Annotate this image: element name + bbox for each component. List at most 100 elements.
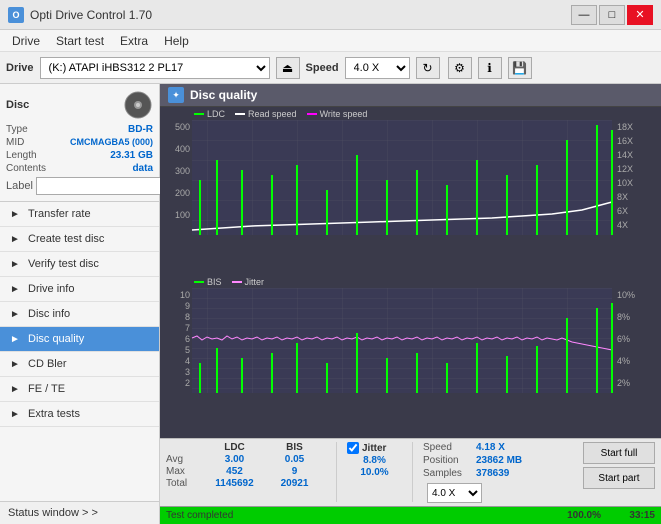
svg-text:8: 8 bbox=[185, 312, 190, 322]
sidebar-item-create-test-disc[interactable]: ► Create test disc bbox=[0, 227, 159, 252]
svg-text:5: 5 bbox=[185, 345, 190, 355]
sidebar-item-cd-bler[interactable]: ► CD Bler bbox=[0, 352, 159, 377]
legend-read-speed-label: Read speed bbox=[248, 109, 297, 119]
speed-stat-label: Speed bbox=[423, 442, 473, 453]
status-window-label: Status window > > bbox=[8, 507, 98, 519]
jitter-avg-value: 8.8% bbox=[347, 455, 402, 466]
sidebar-item-fe-te-label: FE / TE bbox=[28, 383, 65, 395]
sidebar-item-extra-tests[interactable]: ► Extra tests bbox=[0, 402, 159, 427]
settings-button[interactable]: ⚙ bbox=[448, 57, 472, 79]
sidebar-item-disc-quality[interactable]: ► Disc quality bbox=[0, 327, 159, 352]
drive-select[interactable]: (K:) ATAPI iHBS312 2 PL17 bbox=[40, 57, 270, 79]
disc-quality-header-icon: ✦ bbox=[168, 87, 184, 103]
extra-tests-icon: ► bbox=[8, 407, 22, 421]
bottom-chart-area: BIS Jitter bbox=[160, 277, 661, 437]
sidebar: Disc Type BD-R MID CMCMAGBA5 (000) Lengt… bbox=[0, 84, 160, 524]
minimize-button[interactable]: — bbox=[571, 5, 597, 25]
speed-select-stats[interactable]: 4.0 X bbox=[427, 483, 482, 503]
main-area: Disc Type BD-R MID CMCMAGBA5 (000) Lengt… bbox=[0, 84, 661, 524]
position-stat-value: 23862 MB bbox=[476, 455, 522, 466]
svg-text:18X: 18X bbox=[617, 122, 633, 132]
ldc-avg-value: 3.00 bbox=[202, 454, 267, 465]
legend-bis: BIS bbox=[194, 277, 222, 287]
disc-section-label: Disc bbox=[6, 99, 29, 111]
sidebar-item-transfer-rate-label: Transfer rate bbox=[28, 208, 91, 220]
svg-text:8X: 8X bbox=[617, 192, 628, 202]
speed-select[interactable]: 4.0 X bbox=[345, 57, 410, 79]
app-title: Opti Drive Control 1.70 bbox=[30, 8, 152, 22]
eject-button[interactable]: ⏏ bbox=[276, 57, 300, 79]
menu-drive[interactable]: Drive bbox=[4, 32, 48, 50]
top-chart-svg: 500 400 300 200 100 18X 16X 14X 12X 10X … bbox=[162, 120, 659, 235]
speed-label: Speed bbox=[306, 62, 339, 74]
ldc-col-header: LDC bbox=[202, 442, 267, 453]
save-button[interactable]: 💾 bbox=[508, 57, 532, 79]
sidebar-item-verify-test-disc[interactable]: ► Verify test disc bbox=[0, 252, 159, 277]
legend-ldc-label: LDC bbox=[207, 109, 225, 119]
svg-text:4%: 4% bbox=[617, 356, 630, 366]
menu-extra[interactable]: Extra bbox=[112, 32, 156, 50]
svg-text:2: 2 bbox=[185, 378, 190, 388]
info-button[interactable]: ℹ bbox=[478, 57, 502, 79]
disc-label-input[interactable] bbox=[36, 177, 174, 195]
disc-length-row: Length 23.31 GB bbox=[6, 150, 153, 161]
ldc-bis-stats: LDC BIS Avg 3.00 0.05 Max 452 9 Total 11… bbox=[166, 442, 326, 489]
disc-mid-row: MID CMCMAGBA5 (000) bbox=[6, 137, 153, 148]
disc-info-icon: ► bbox=[8, 307, 22, 321]
svg-text:100: 100 bbox=[175, 210, 190, 220]
drivebar: Drive (K:) ATAPI iHBS312 2 PL17 ⏏ Speed … bbox=[0, 52, 661, 84]
svg-text:8%: 8% bbox=[617, 312, 630, 322]
cd-bler-icon: ► bbox=[8, 357, 22, 371]
sidebar-item-disc-info[interactable]: ► Disc info bbox=[0, 302, 159, 327]
drive-info-icon: ► bbox=[8, 282, 22, 296]
disc-length-value: 23.31 GB bbox=[110, 150, 153, 161]
disc-contents-value: data bbox=[132, 163, 153, 174]
stats-bar: LDC BIS Avg 3.00 0.05 Max 452 9 Total 11… bbox=[160, 438, 661, 506]
ldc-max-value: 452 bbox=[202, 466, 267, 477]
sidebar-item-drive-info-label: Drive info bbox=[28, 283, 74, 295]
menu-start-test[interactable]: Start test bbox=[48, 32, 112, 50]
start-part-button[interactable]: Start part bbox=[583, 467, 655, 489]
disc-quality-title: Disc quality bbox=[190, 88, 257, 102]
svg-text:6%: 6% bbox=[617, 334, 630, 344]
close-button[interactable]: ✕ bbox=[627, 5, 653, 25]
disc-quality-icon: ► bbox=[8, 332, 22, 346]
max-row-label: Max bbox=[166, 466, 202, 477]
ldc-total-value: 1145692 bbox=[202, 478, 267, 489]
sidebar-item-fe-te[interactable]: ► FE / TE bbox=[0, 377, 159, 402]
bis-avg-value: 0.05 bbox=[267, 454, 322, 465]
avg-row-label: Avg bbox=[166, 454, 202, 465]
sidebar-item-disc-info-label: Disc info bbox=[28, 308, 70, 320]
maximize-button[interactable]: □ bbox=[599, 5, 625, 25]
fe-te-icon: ► bbox=[8, 382, 22, 396]
svg-text:10X: 10X bbox=[617, 178, 633, 188]
menubar: Drive Start test Extra Help bbox=[0, 30, 661, 52]
disc-contents-row: Contents data bbox=[6, 163, 153, 174]
total-row-label: Total bbox=[166, 478, 202, 489]
bis-total-value: 20921 bbox=[267, 478, 322, 489]
drive-label: Drive bbox=[6, 62, 34, 74]
sidebar-item-transfer-rate[interactable]: ► Transfer rate bbox=[0, 202, 159, 227]
status-window-button[interactable]: Status window > > bbox=[0, 501, 159, 524]
disc-quality-header: ✦ Disc quality bbox=[160, 84, 661, 107]
position-stat-label: Position bbox=[423, 455, 473, 466]
svg-text:300: 300 bbox=[175, 166, 190, 176]
jitter-checkbox[interactable] bbox=[347, 442, 359, 454]
svg-text:2%: 2% bbox=[617, 378, 630, 388]
top-legend: LDC Read speed Write speed bbox=[162, 109, 659, 119]
menu-help[interactable]: Help bbox=[156, 32, 197, 50]
samples-stat-value: 378639 bbox=[476, 468, 509, 479]
refresh-button[interactable]: ↻ bbox=[416, 57, 440, 79]
svg-text:200: 200 bbox=[175, 188, 190, 198]
top-chart-area: LDC Read speed Write speed bbox=[160, 109, 661, 269]
jitter-stats: Jitter 8.8% 10.0% bbox=[347, 442, 402, 478]
speed-stat-value: 4.18 X bbox=[476, 442, 505, 453]
legend-read-speed: Read speed bbox=[235, 109, 297, 119]
sidebar-item-extra-tests-label: Extra tests bbox=[28, 408, 80, 420]
svg-text:10%: 10% bbox=[617, 290, 635, 300]
sidebar-item-verify-label: Verify test disc bbox=[28, 258, 99, 270]
progress-percent: 100.0% bbox=[567, 510, 601, 521]
sidebar-item-drive-info[interactable]: ► Drive info bbox=[0, 277, 159, 302]
start-full-button[interactable]: Start full bbox=[583, 442, 655, 464]
legend-jitter: Jitter bbox=[232, 277, 265, 287]
